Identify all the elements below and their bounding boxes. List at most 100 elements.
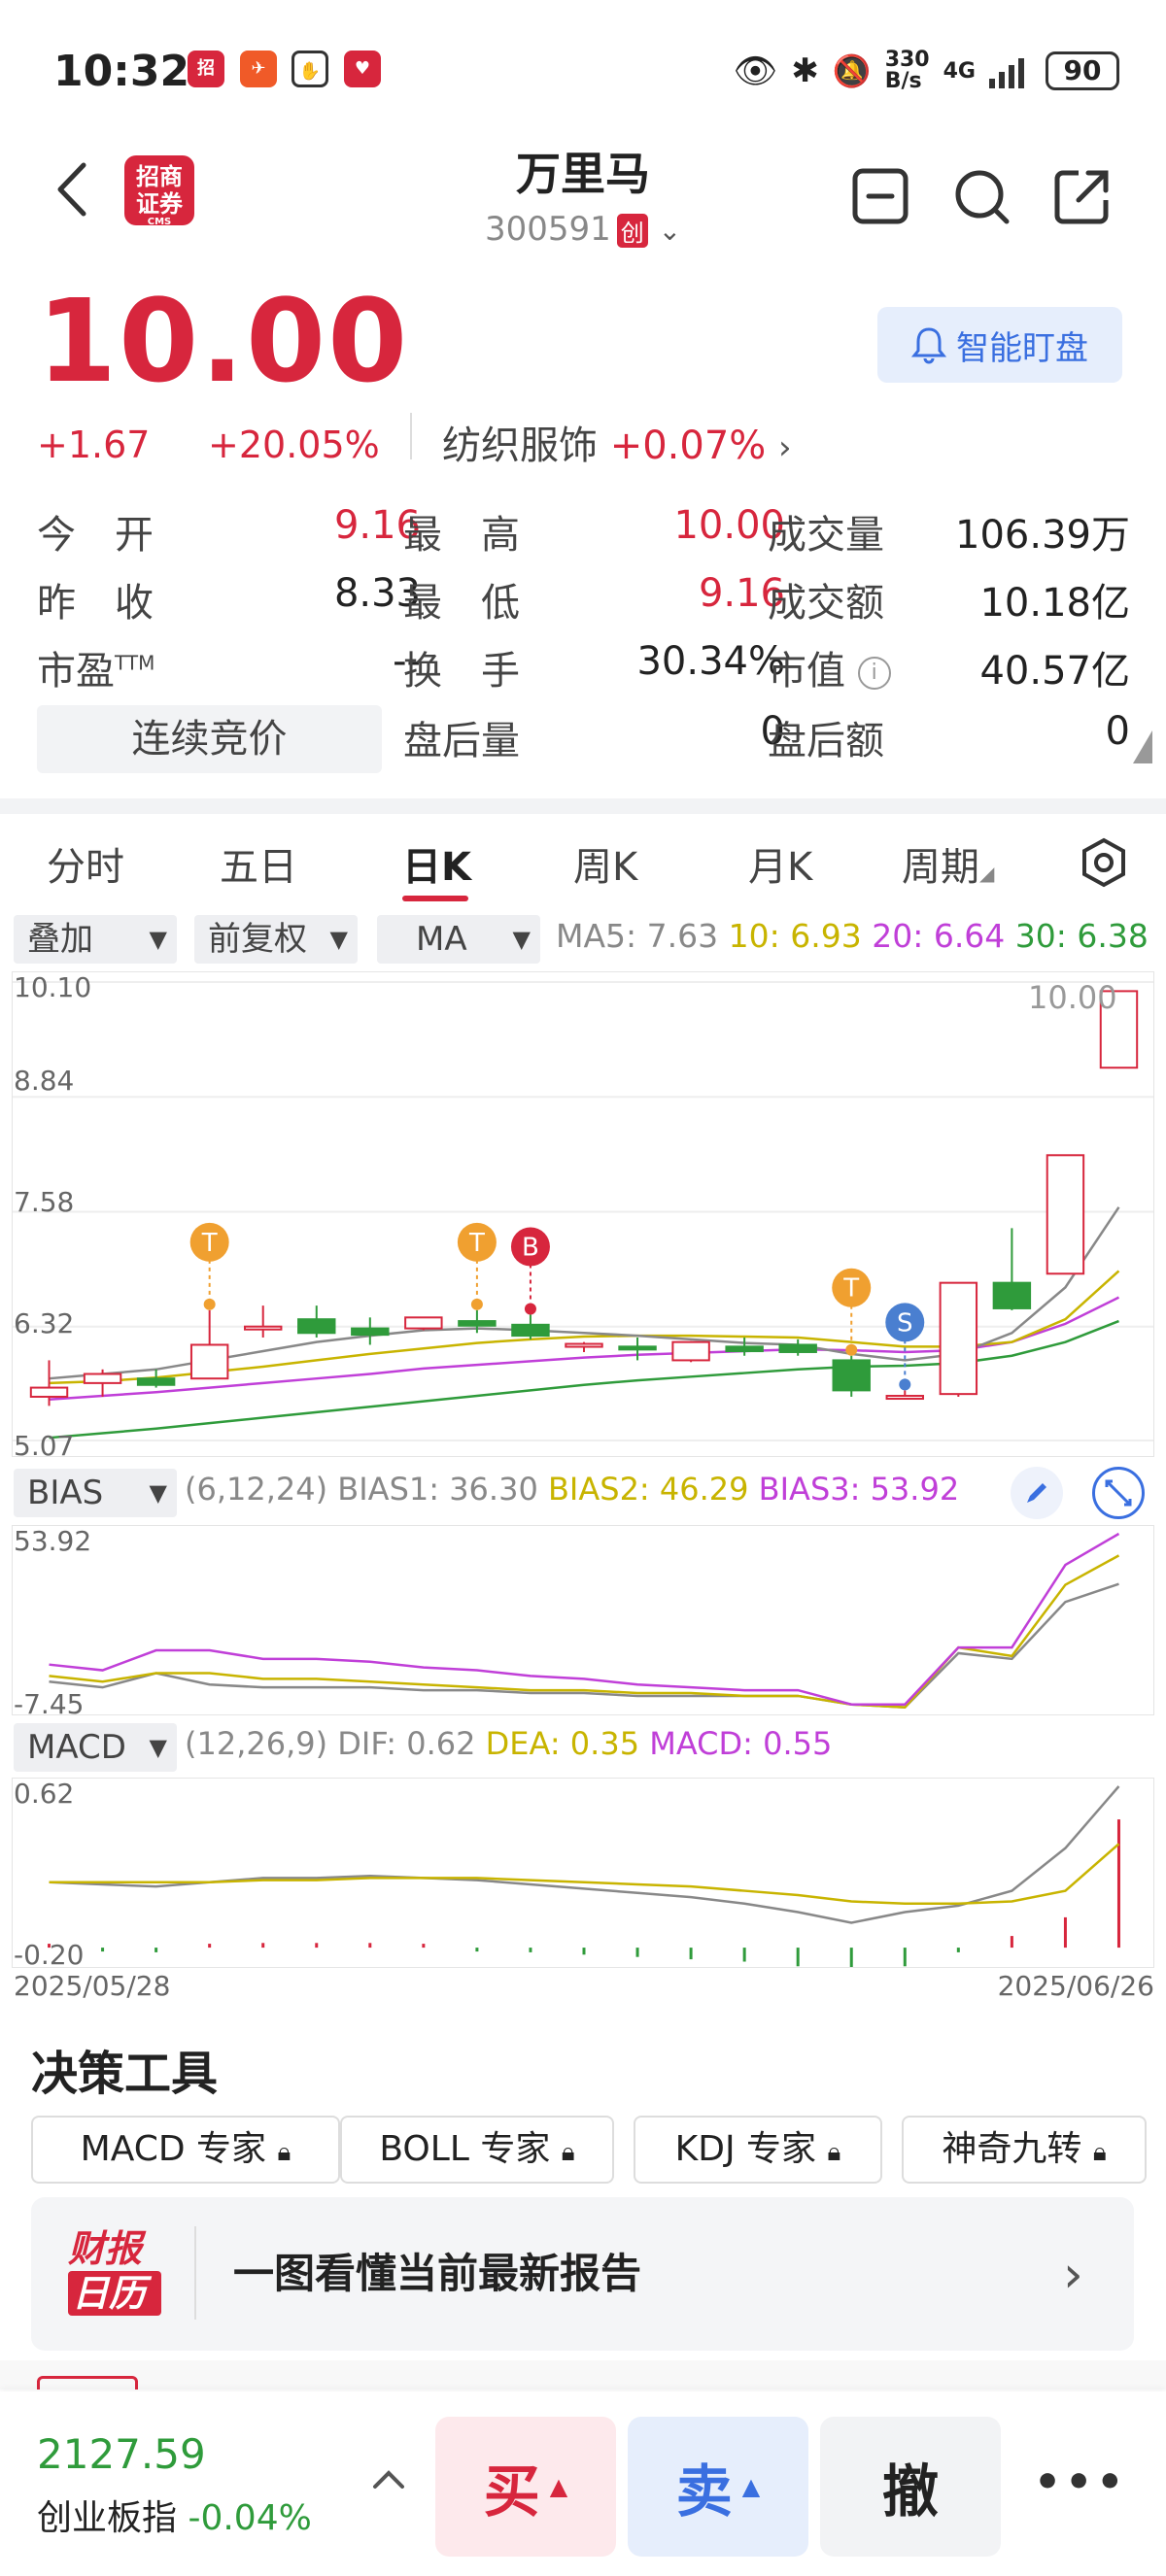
buy-button[interactable]: 买 ▲	[435, 2417, 616, 2557]
candle-body	[189, 1343, 229, 1380]
marker-dot	[470, 1298, 483, 1310]
sector-change: +0.07%	[609, 424, 767, 468]
indicator-dropdown[interactable]: MA ▼	[377, 915, 540, 964]
chevron-up-icon[interactable]	[371, 2467, 406, 2491]
kline-chart[interactable]: T T B T S	[12, 971, 1154, 1457]
candle-body	[939, 1281, 978, 1396]
cancel-order-button[interactable]: 撤	[820, 2417, 1001, 2557]
hand-app-icon: ✋	[292, 51, 328, 87]
triangle-up-icon: ▲	[549, 2473, 568, 2500]
macd-bar	[101, 1948, 105, 1952]
date-start-label: 2025/05/28	[14, 1970, 171, 2002]
macd-bar	[1116, 1819, 1120, 1949]
amount-label: 成交额	[768, 581, 884, 626]
kdj-expert-button[interactable]: KDJ 专家 🔒︎	[634, 2116, 882, 2184]
bias3-value: BIAS3: 53.92	[758, 1471, 960, 1508]
macd-bar	[208, 1944, 212, 1949]
boll-expert-button[interactable]: BOLL 专家 🔒︎	[340, 2116, 614, 2184]
bias3-line	[49, 1532, 1120, 1706]
tab-intraday[interactable]: 分时	[47, 835, 124, 892]
marker-letter: B	[522, 1234, 539, 1263]
bias-y-bottom: -7.45	[14, 1688, 85, 1720]
tab-monthly-k[interactable]: 月K	[748, 835, 812, 892]
candle-body	[297, 1318, 336, 1335]
section-separator	[0, 798, 1166, 814]
more-menu-button[interactable]: •••	[1034, 2457, 1127, 2507]
board-tag: 创	[616, 214, 648, 248]
candle-body	[565, 1342, 603, 1348]
macd-bar	[315, 1943, 319, 1949]
cms-app-icon: 招	[188, 51, 224, 87]
candle-body	[511, 1323, 550, 1338]
report-divider	[194, 2226, 196, 2320]
candle-body	[885, 1395, 925, 1401]
bias-chart[interactable]	[12, 1525, 1154, 1715]
open-label: 今 开	[37, 513, 154, 558]
share-icon[interactable]	[1051, 165, 1114, 227]
status-time: 10:32	[53, 47, 190, 96]
magic-nine-button[interactable]: 神奇九转 🔒︎	[902, 2116, 1147, 2184]
sector-link[interactable]: 纺织服饰 +0.07% ›	[442, 414, 792, 470]
smart-watch-button[interactable]: 智能盯盘	[877, 307, 1122, 383]
stats-row-2: 昨 收 8.33 最 低 9.16 成交额 10.18亿	[37, 571, 1130, 633]
pe-sup: TTM	[115, 651, 155, 675]
macd-bar	[582, 1948, 586, 1955]
macd-bar	[1010, 1936, 1013, 1949]
macd-legend: (12,26,9) DIF: 0.62 DEA: 0.35 MACD: 0.55	[185, 1725, 832, 1762]
bias-y-top: 53.92	[14, 1525, 92, 1557]
candle-body	[404, 1316, 443, 1330]
macd-bar	[529, 1948, 532, 1952]
candle-body	[1046, 1154, 1085, 1275]
stats-row-3: 市盈TTM -- 换 手 30.34% 市值 i 40.57亿	[37, 639, 1130, 701]
stock-code: 300591	[484, 210, 611, 249]
tab-daily-k[interactable]: 日K	[402, 835, 471, 892]
macd-expert-button[interactable]: MACD 专家 🔒︎	[31, 2116, 340, 2184]
macd-dropdown[interactable]: MACD ▼	[14, 1723, 177, 1772]
edit-indicator-button[interactable]	[1011, 1467, 1063, 1519]
kline-y-label-1: 8.84	[14, 1065, 75, 1097]
triangle-up-icon: ▲	[741, 2473, 761, 2500]
macd-value: MACD: 0.55	[649, 1725, 833, 1762]
lock-icon: 🔒︎	[561, 2138, 575, 2167]
tab-period[interactable]: 周期◢	[902, 835, 994, 892]
macd-bar	[796, 1948, 800, 1967]
search-icon[interactable]	[950, 165, 1012, 227]
ma10-value: 10: 6.93	[728, 917, 862, 955]
marker-letter: T	[468, 1229, 485, 1258]
tab-weekly-k[interactable]: 周K	[573, 835, 637, 892]
macd-chart[interactable]	[12, 1778, 1154, 1968]
candle-body	[618, 1345, 657, 1351]
stats-row-1: 今 开 9.16 最 高 10.00 成交量 106.39万	[37, 503, 1130, 565]
chevron-right-icon: ›	[778, 428, 792, 467]
sell-button[interactable]: 卖 ▲	[628, 2417, 808, 2557]
bias-dropdown[interactable]: BIAS ▼	[14, 1469, 177, 1517]
index-name-row[interactable]: 创业板指 -0.04%	[37, 2490, 312, 2540]
macd-bar	[475, 1948, 479, 1952]
collapse-arrow-icon[interactable]	[1133, 730, 1152, 763]
macd-y-bottom: -0.20	[14, 1939, 85, 1971]
info-icon[interactable]: i	[857, 657, 891, 690]
dropdown-triangle-icon: ◢	[979, 862, 995, 885]
marker-dot	[524, 1303, 536, 1315]
kline-y-label-4: 5.07	[14, 1430, 75, 1462]
lock-icon: 🔒︎	[1092, 2138, 1107, 2167]
lock-icon: 🔒︎	[827, 2138, 841, 2167]
bias1-value: BIAS1: 36.30	[337, 1471, 538, 1508]
divider	[410, 413, 412, 459]
minus-square-icon[interactable]	[849, 165, 911, 227]
turnover-value: 30.34%	[636, 639, 785, 684]
chart-settings-icon[interactable]	[1080, 837, 1127, 888]
dea-value: DEA: 0.35	[485, 1725, 640, 1762]
macd-bar	[849, 1948, 853, 1967]
current-price: 10.00	[37, 274, 410, 408]
macd-bar	[903, 1948, 907, 1967]
expand-button[interactable]	[1092, 1467, 1145, 1519]
news-banner-peek[interactable]	[0, 2360, 1166, 2390]
tab-five-day[interactable]: 五日	[220, 835, 297, 892]
overlay-dropdown[interactable]: 叠加 ▼	[14, 915, 177, 964]
ma5-value: MA5: 7.63	[556, 917, 719, 955]
adjust-dropdown[interactable]: 前复权 ▼	[194, 915, 358, 964]
bias1-line	[49, 1582, 1119, 1709]
send-app-icon: ✈	[240, 51, 277, 87]
candle-body	[83, 1373, 122, 1384]
